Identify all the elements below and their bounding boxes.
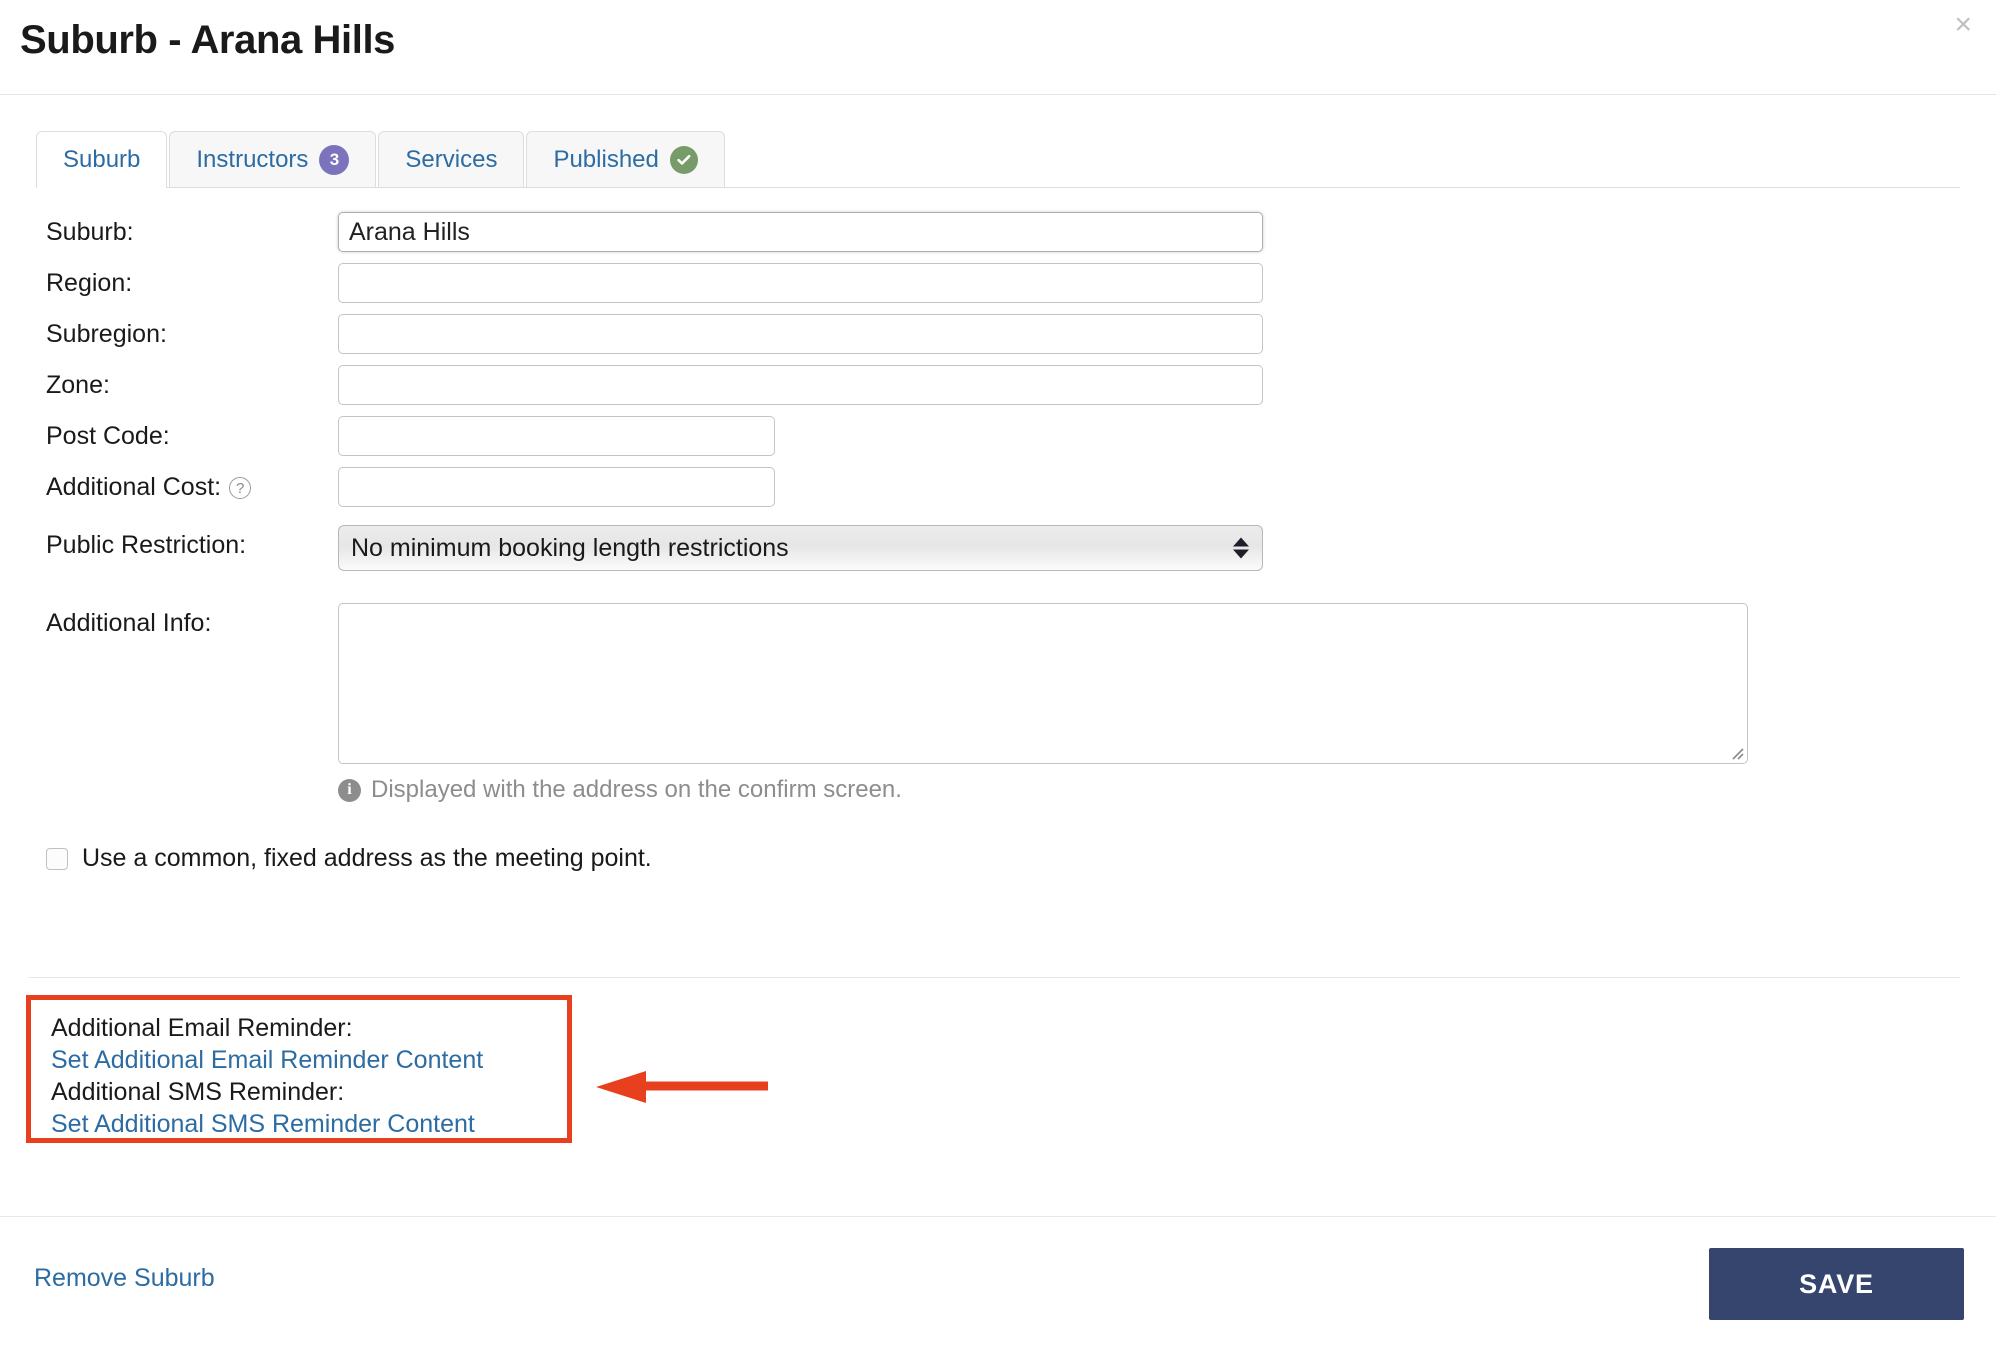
field-row-subregion: Subregion: <box>0 314 1996 354</box>
additional-info-group: i Displayed with the address on the conf… <box>338 603 1748 804</box>
suburb-form: Suburb: Region: Subregion: Zone: Post Co… <box>0 212 1996 873</box>
field-row-additional-info: Additional Info: i Displayed with the ad… <box>0 603 1996 804</box>
field-row-zone: Zone: <box>0 365 1996 405</box>
tab-suburb-label: Suburb <box>63 146 141 173</box>
tab-instructors-label: Instructors <box>196 145 309 173</box>
suburb-label: Suburb: <box>46 218 134 246</box>
zone-input[interactable] <box>338 365 1263 405</box>
region-input[interactable] <box>338 263 1263 303</box>
tab-services[interactable]: Services <box>378 131 525 187</box>
footer-divider <box>0 1216 1996 1217</box>
public-restriction-label: Public Restriction: <box>46 531 247 559</box>
additional-cost-label-text: Additional Cost: <box>46 473 222 501</box>
suburb-edit-modal: Suburb - Arana Hills × Suburb Instructor… <box>0 0 1996 1346</box>
additional-info-label: Additional Info: <box>46 609 212 637</box>
field-row-region: Region: <box>0 263 1996 303</box>
zone-label: Zone: <box>46 371 110 399</box>
tab-bar: Suburb Instructors 3 Services Published <box>36 128 1960 188</box>
save-button[interactable]: SAVE <box>1709 1248 1964 1320</box>
remove-suburb-link[interactable]: Remove Suburb <box>34 1264 215 1293</box>
modal-header: Suburb - Arana Hills × <box>0 0 1996 95</box>
additional-info-hint: i Displayed with the address on the conf… <box>338 776 1748 804</box>
fixed-address-checkbox[interactable] <box>46 847 68 870</box>
suburb-input[interactable] <box>338 212 1263 252</box>
field-row-post-code: Post Code: <box>0 416 1996 456</box>
field-row-suburb: Suburb: <box>0 212 1996 252</box>
set-sms-reminder-link[interactable]: Set Additional SMS Reminder Content <box>51 1108 567 1140</box>
reminders-highlight-box: Additional Email Reminder: Set Additiona… <box>26 995 572 1143</box>
info-icon: i <box>338 778 361 802</box>
page-title: Suburb - Arana Hills <box>20 18 396 62</box>
field-row-additional-cost: Additional Cost: ? <box>0 467 1996 507</box>
subregion-input[interactable] <box>338 314 1263 354</box>
sms-reminder-label: Additional SMS Reminder: <box>51 1078 345 1106</box>
field-row-public-restriction: Public Restriction: No minimum booking l… <box>0 525 1996 571</box>
tab-published-label: Published <box>553 145 659 173</box>
region-label: Region: <box>46 269 133 297</box>
fixed-address-checkbox-label: Use a common, fixed address as the meeti… <box>82 844 652 872</box>
email-reminder-label: Additional Email Reminder: <box>51 1014 353 1042</box>
additional-cost-label: Additional Cost: ? <box>0 467 338 507</box>
post-code-label: Post Code: <box>46 422 170 450</box>
instructors-count-badge: 3 <box>319 144 350 175</box>
public-restriction-selected-value: No minimum booking length restrictions <box>338 525 1263 571</box>
fixed-address-checkbox-row[interactable]: Use a common, fixed address as the meeti… <box>0 844 1996 873</box>
tab-published[interactable]: Published <box>526 131 725 187</box>
post-code-input[interactable] <box>338 416 775 456</box>
callout-arrow-icon <box>596 1071 768 1103</box>
close-icon[interactable]: × <box>1954 10 1972 40</box>
additional-info-textarea[interactable] <box>338 603 1748 764</box>
section-divider <box>28 977 1960 978</box>
check-circle-icon <box>669 145 698 174</box>
public-restriction-select[interactable]: No minimum booking length restrictions <box>338 525 1263 571</box>
help-icon[interactable]: ? <box>229 477 252 499</box>
subregion-label: Subregion: <box>46 320 167 348</box>
tab-instructors[interactable]: Instructors 3 <box>169 131 377 187</box>
additional-info-hint-text: Displayed with the address on the confir… <box>371 776 902 803</box>
tab-services-label: Services <box>405 145 498 173</box>
additional-cost-input[interactable] <box>338 467 775 507</box>
set-email-reminder-link[interactable]: Set Additional Email Reminder Content <box>51 1044 567 1076</box>
tab-suburb[interactable]: Suburb <box>36 131 168 188</box>
